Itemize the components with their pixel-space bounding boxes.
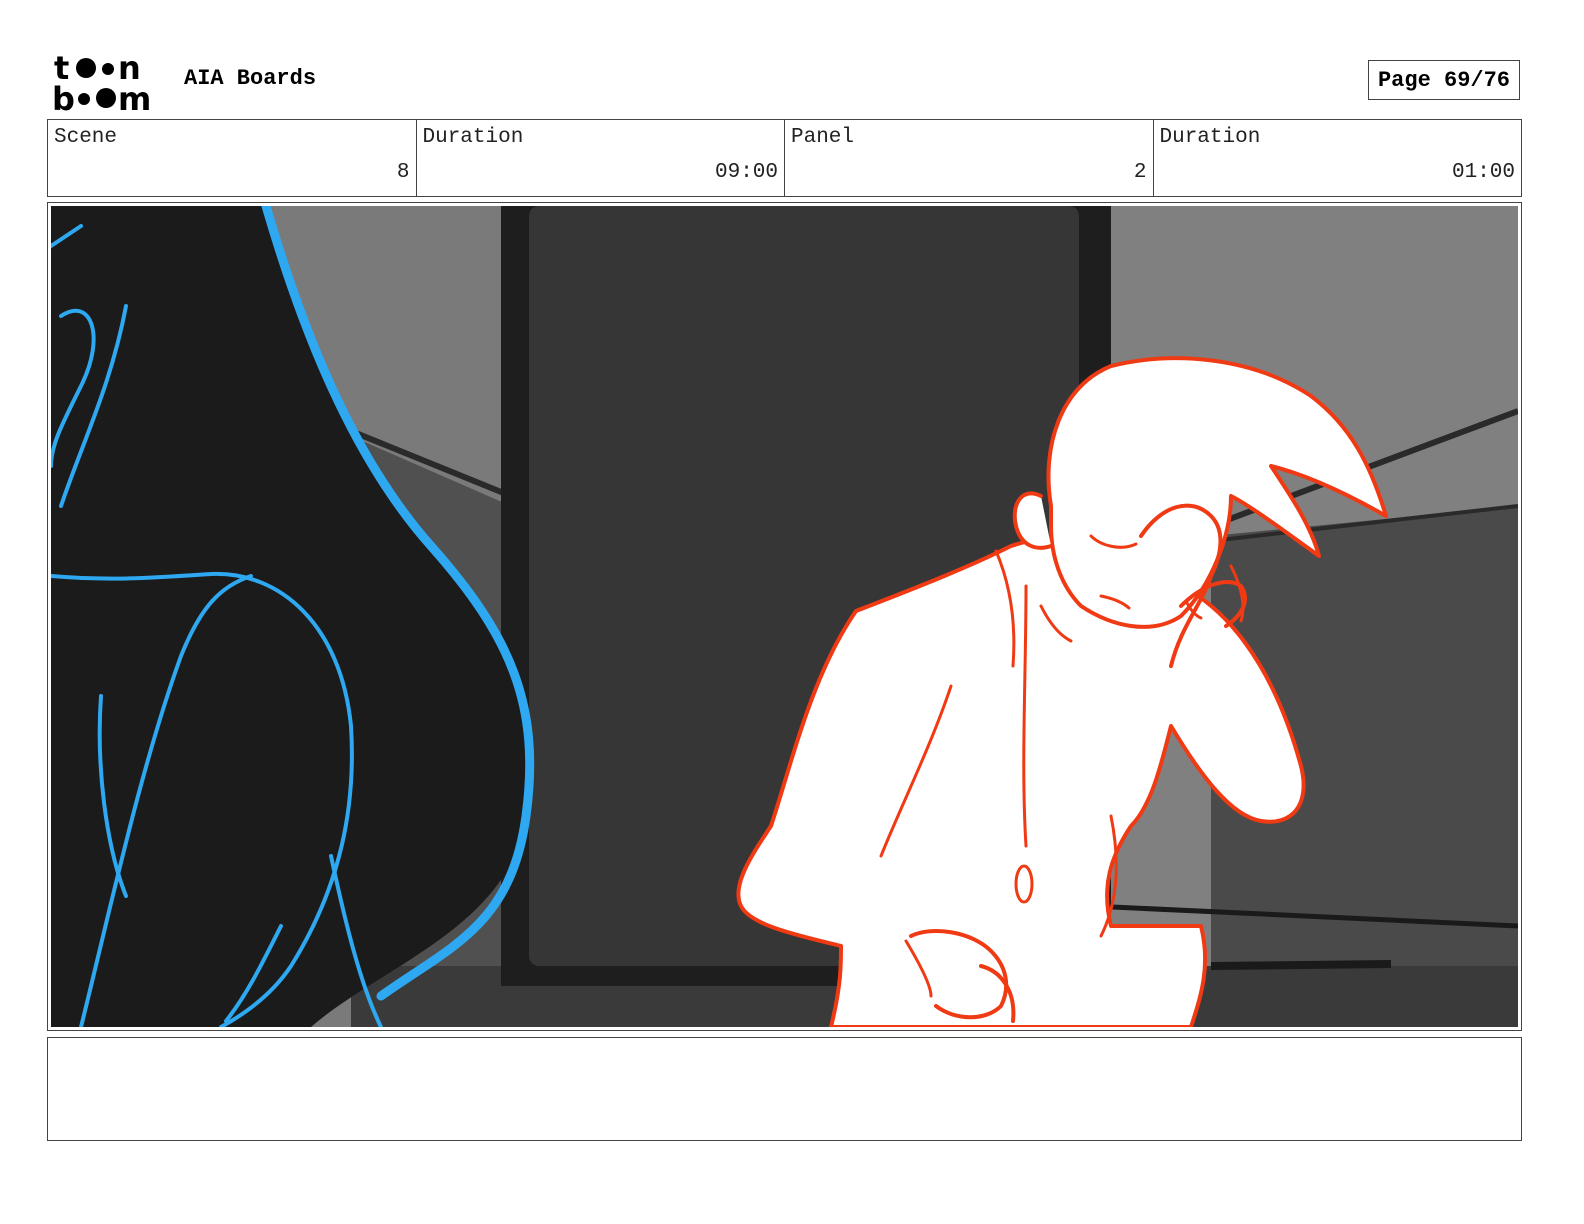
panel-info-table: Scene 8 Duration 09:00 Panel 2 Duration … [47, 119, 1522, 197]
scene-duration-value: 09:00 [714, 161, 778, 184]
board-title: AIA Boards [184, 66, 317, 91]
scene-duration-label: Duration [422, 126, 524, 149]
page-indicator: Page 69/76 [1368, 60, 1520, 100]
svg-text:b: b [52, 80, 75, 112]
scene-value: 8 [396, 161, 410, 184]
panel-duration-value: 01:00 [1451, 161, 1515, 184]
panel-duration-label: Duration [1159, 126, 1261, 149]
scene-duration-cell: Duration 09:00 [417, 120, 785, 196]
scene-cell: Scene 8 [48, 120, 417, 196]
panel-duration-cell: Duration 01:00 [1154, 120, 1522, 196]
storyboard-panel [47, 202, 1522, 1031]
toonboom-logo: t n b m [52, 50, 151, 112]
scene-label: Scene [54, 126, 118, 149]
panel-notes-box [47, 1037, 1522, 1141]
panel-value: 2 [1133, 161, 1147, 184]
svg-text:m: m [118, 80, 151, 112]
panel-cell: Panel 2 [785, 120, 1154, 196]
panel-label: Panel [791, 126, 855, 149]
panel-drawing [51, 206, 1518, 1027]
